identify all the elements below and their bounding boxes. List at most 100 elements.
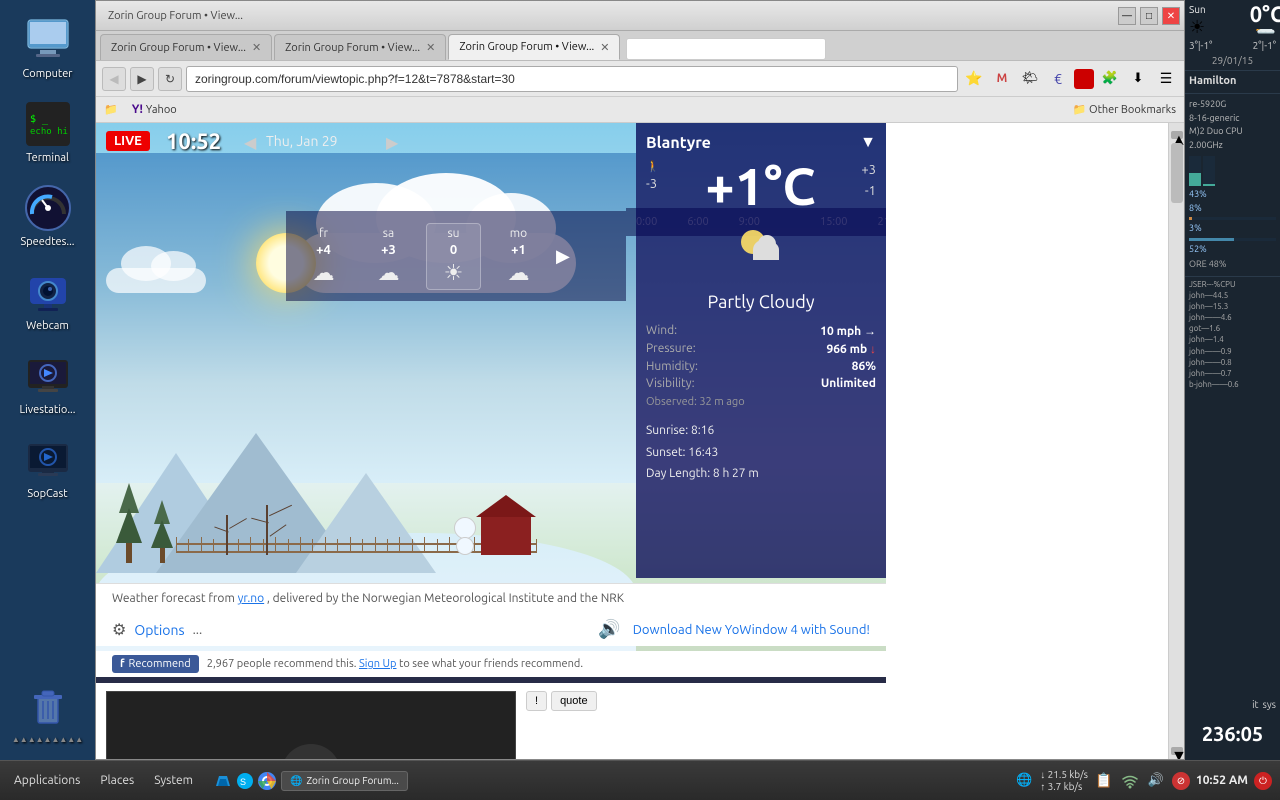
fb-recommend-btn[interactable]: f Recommend [112,655,199,673]
fb-signup-link[interactable]: Sign Up [359,658,397,670]
proc-8: john——0.7 [1189,368,1276,379]
taskbar-chrome-icon[interactable] [257,771,277,791]
speedtest-icon [24,184,72,232]
back-button[interactable]: ◀ [102,67,126,91]
options-link[interactable]: Options [134,622,184,638]
shutdown-icon[interactable]: ⏻ [1254,772,1272,790]
sys-label: sys [1263,699,1277,710]
forecast-sat-temp: +3 [381,243,396,257]
source-suffix: , delivered by the Norwegian Meteorologi… [267,592,624,605]
scroll-thumb[interactable] [1171,143,1183,203]
block-icon[interactable]: ⊘ [1172,772,1190,790]
mem-pct: 3% [1189,222,1276,236]
mini-sun-label: Sun [1189,4,1206,15]
euro-icon[interactable]: € [1046,67,1070,91]
forecast-mon-icon: ☁ [508,260,530,286]
menu-icon[interactable]: ☰ [1154,67,1178,91]
places-menu[interactable]: Places [92,770,142,791]
tab-1[interactable]: Zorin Group Forum • View... ✕ [100,34,272,60]
tab-2-close[interactable]: ✕ [426,41,435,54]
corner-temp: 0°C [1246,0,1280,29]
tab-1-close[interactable]: ✕ [252,41,261,54]
browser-scrollbar[interactable]: ▲ ▼ [1168,123,1184,759]
scroll-up-btn[interactable]: ▲ [1171,131,1183,139]
proc-6: john——0.9 [1189,346,1276,357]
taskbar-time: 10:52 AM [1196,774,1248,787]
taskbar-active-window[interactable]: 🌐 Zorin Group Forum... [281,771,408,791]
bottom-labels: it sys [1252,699,1276,710]
sopcast-label: SopCast [27,488,67,500]
other-bookmarks[interactable]: 📁 Other Bookmarks [1073,103,1176,116]
forecast-fri-day: fr [319,227,328,240]
it-label: it [1252,699,1258,710]
yahoo-bookmark[interactable]: Y! Yahoo [126,101,183,118]
network-icon[interactable]: 🌐 [1014,771,1034,791]
forecast-next-btn[interactable]: ▶ [556,246,570,267]
widget-nav-left[interactable]: ◀ [244,133,256,152]
sunrise-label: Sunrise: [646,424,691,437]
close-button[interactable]: ✕ [1162,7,1180,25]
browser-tabs: Zorin Group Forum • View... ✕ Zorin Grou… [96,31,1184,61]
temp-row: 🚶 -3 +1°C +3 -1 [646,160,876,212]
star-icon[interactable]: ⭐ [962,67,986,91]
post-actions: ! quote [526,691,876,711]
gear-icon[interactable]: ⚙ [112,620,126,639]
sidebar-icon-webcam[interactable]: Webcam [5,262,90,338]
walk-icon: 🚶 [646,160,660,173]
download-link[interactable]: Download New YoWindow 4 with Sound! [633,623,870,637]
tab-3[interactable]: Zorin Group Forum • View... ✕ [448,34,620,60]
sidebar-icon-sopcast[interactable]: SopCast [5,430,90,506]
system-menu[interactable]: System [146,770,201,791]
temp-range: +3 -1 [861,160,876,202]
applications-menu[interactable]: Applications [6,770,88,791]
minimize-button[interactable]: — [1118,7,1136,25]
taskbar-zorin-icon[interactable] [213,771,233,791]
sidebar-icon-terminal[interactable]: $ _ echo hi Terminal [5,94,90,170]
webcam-label: Webcam [26,320,69,332]
tab-search-input[interactable] [626,38,826,60]
mini-temp-range: 3°|-1° 2°|-1° [1189,40,1276,51]
forecast-row: fr +4 ☁ sa +3 ☁ su 0 ☀ mo [286,211,626,301]
reload-button[interactable]: ↻ [158,67,182,91]
bookmarks-bar: 📁 Y! Yahoo 📁 Other Bookmarks [96,97,1184,123]
browser-content: LIVE 10:52 ◀ Thu, Jan 29 ▶ 0:00 6:00 9:0… [96,123,1184,759]
places-label: Places [100,774,134,787]
wifi-icon[interactable] [1120,771,1140,791]
volume-icon[interactable]: 🔊 [1146,771,1166,791]
sidebar-icon-trash[interactable]: ▲▲▲▲▲▲▲▲▲ [5,677,90,750]
red-square-icon[interactable] [1074,69,1094,89]
updates-icon[interactable]: 📋 [1094,771,1114,791]
scroll-down-btn[interactable]: ▼ [1171,747,1183,755]
exclaim-button[interactable]: ! [526,691,547,711]
city-dropdown-icon[interactable]: ▼ [860,133,876,152]
download-icon[interactable]: ⬇ [1126,67,1150,91]
video-play-icon[interactable] [281,744,341,760]
sidebar-icon-speedtest[interactable]: Speedtes... [5,178,90,254]
sidebar-icon-computer[interactable]: Computer [5,10,90,86]
tab-2[interactable]: Zorin Group Forum • View... ✕ [274,34,446,60]
addon-icon[interactable]: 🧩 [1098,67,1122,91]
forecast-mon-day: mo [510,227,527,240]
system-label: System [154,774,193,787]
source-link[interactable]: yr.no [238,592,265,605]
mini-date: 29/01/15 [1189,55,1276,66]
gmail-icon[interactable]: M [990,67,1014,91]
options-right: 🔊 Download New YoWindow 4 with Sound! [598,619,870,640]
widget-nav-right[interactable]: ▶ [386,133,398,152]
sound-icon: 🔊 [598,619,620,640]
right-clock: 236:05 [1185,722,1280,745]
network-speed-display: ↓ 21.5 kb/s ↑ 3.7 kb/s [1040,769,1088,793]
taskbar-left: Applications Places System [0,770,207,791]
net-up: ↑ 3.7 kb/s [1040,781,1088,793]
address-input[interactable] [186,66,958,92]
weather-toolbar-icon[interactable]: 🌤 [1018,67,1042,91]
net-down-value: 21.5 kb/s [1048,769,1088,780]
tab-3-close[interactable]: ✕ [600,41,609,54]
maximize-button[interactable]: □ [1140,7,1158,25]
taskbar-skype-icon[interactable]: S [235,771,255,791]
forward-button[interactable]: ▶ [130,67,154,91]
pressure-value: 966 mb ↓ [826,342,876,356]
sidebar-icon-livestation[interactable]: Livestatio... [5,346,90,422]
quote-button[interactable]: quote [551,691,597,711]
trash-icon [24,683,72,731]
